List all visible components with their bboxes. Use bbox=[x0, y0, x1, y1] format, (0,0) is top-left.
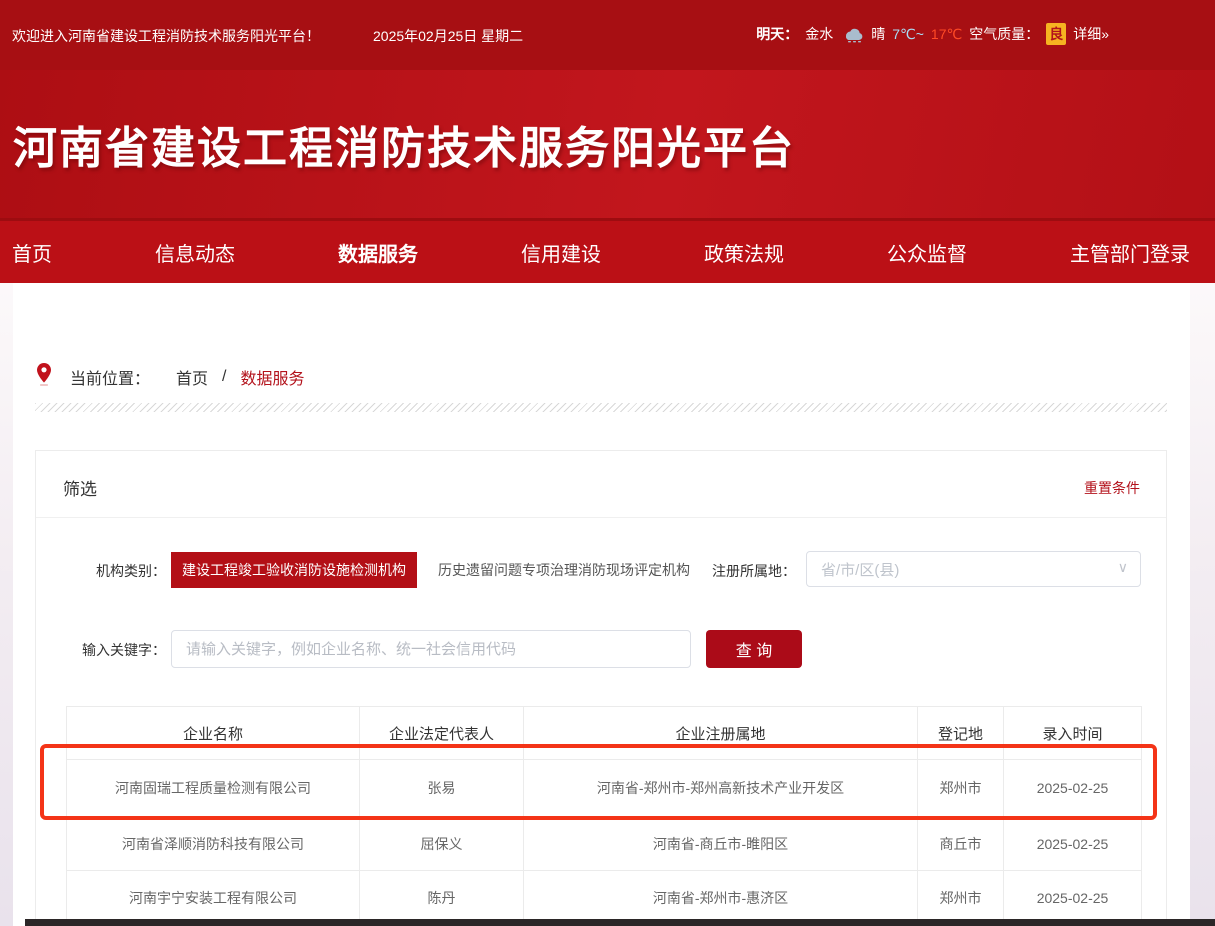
nav-item-home[interactable]: 首页 bbox=[12, 238, 52, 267]
reset-filters-link[interactable]: 重置条件 bbox=[1084, 478, 1140, 498]
column-header: 企业注册属地 bbox=[524, 707, 918, 760]
table-body: 河南固瑞工程质量检测有限公司张易河南省-郑州市-郑州高新技术产业开发区郑州市20… bbox=[67, 760, 1142, 925]
column-header: 登记地 bbox=[918, 707, 1004, 760]
filter-panel: 筛选 重置条件 机构类别： 建设工程竣工验收消防设施检测机构历史遗留问题专项治理… bbox=[35, 450, 1167, 926]
chevron-down-icon: ∨ bbox=[1118, 559, 1128, 576]
table-cell: 商丘市 bbox=[918, 817, 1004, 871]
footer-top-strip bbox=[25, 919, 1215, 926]
table-row: 河南固瑞工程质量检测有限公司张易河南省-郑州市-郑州高新技术产业开发区郑州市20… bbox=[67, 760, 1142, 817]
table-cell: 张易 bbox=[360, 760, 524, 817]
tomorrow-label: 明天： bbox=[756, 24, 798, 44]
welcome-text: 欢迎进入河南省建设工程消防技术服务阳光平台！ bbox=[12, 26, 320, 46]
table-cell: 屈保义 bbox=[360, 817, 524, 871]
table-cell: 2025-02-25 bbox=[1004, 871, 1142, 925]
breadcrumb-home-link[interactable]: 首页 bbox=[176, 365, 208, 389]
column-header: 企业名称 bbox=[67, 707, 360, 760]
nav-item-dept-login[interactable]: 主管部门登录 bbox=[1070, 238, 1190, 267]
weather-condition: 晴 bbox=[871, 24, 885, 44]
column-header: 录入时间 bbox=[1004, 707, 1142, 760]
temp-low: 7℃~ bbox=[892, 26, 924, 43]
table-cell: 郑州市 bbox=[918, 760, 1004, 817]
breadcrumb-prefix: 当前位置： bbox=[70, 365, 150, 389]
air-quality-badge: 良 bbox=[1046, 23, 1066, 45]
column-header: 企业法定代表人 bbox=[360, 707, 524, 760]
table-cell: 河南固瑞工程质量检测有限公司 bbox=[67, 760, 360, 817]
region-select-placeholder: 省/市/区(县) bbox=[821, 559, 899, 580]
keyword-input[interactable] bbox=[171, 630, 691, 668]
air-quality-label: 空气质量： bbox=[969, 24, 1039, 44]
table-header-row: 企业名称企业法定代表人企业注册属地登记地录入时间 bbox=[67, 707, 1142, 760]
current-date: 2025年02月25日 星期二 bbox=[373, 26, 523, 46]
weather-city: 金水 bbox=[805, 24, 833, 44]
table-cell: 河南省-郑州市-郑州高新技术产业开发区 bbox=[524, 760, 918, 817]
search-button[interactable]: 查 询 bbox=[706, 630, 802, 668]
breadcrumb-separator: / bbox=[222, 368, 226, 386]
category-tab-acceptance-test-org[interactable]: 建设工程竣工验收消防设施检测机构 bbox=[171, 552, 417, 588]
table-row: 河南宇宁安装工程有限公司陈丹河南省-郑州市-惠济区郑州市2025-02-25 bbox=[67, 871, 1142, 925]
region-label: 注册所属地： bbox=[676, 561, 796, 581]
table-cell: 河南省泽顺消防科技有限公司 bbox=[67, 817, 360, 871]
weather-detail-link[interactable]: 详细» bbox=[1073, 24, 1109, 44]
table-row: 河南省泽顺消防科技有限公司屈保义河南省-商丘市-睢阳区商丘市2025-02-25 bbox=[67, 817, 1142, 871]
region-select-dropdown[interactable]: 省/市/区(县) ∨ bbox=[806, 551, 1141, 587]
breadcrumb: 当前位置： 首页 / 数据服务 bbox=[36, 362, 305, 391]
table-cell: 2025-02-25 bbox=[1004, 760, 1142, 817]
temp-high: 17℃ bbox=[931, 26, 962, 43]
cloud-icon bbox=[840, 26, 864, 43]
filter-title: 筛选 bbox=[63, 475, 97, 500]
results-table: 企业名称企业法定代表人企业注册属地登记地录入时间 河南固瑞工程质量检测有限公司张… bbox=[66, 706, 1142, 925]
location-pin-icon bbox=[36, 362, 52, 391]
top-utility-bar: 欢迎进入河南省建设工程消防技术服务阳光平台！ 2025年02月25日 星期二 明… bbox=[0, 0, 1215, 70]
table-cell: 2025-02-25 bbox=[1004, 817, 1142, 871]
category-label: 机构类别： bbox=[36, 561, 166, 581]
keyword-label: 输入关键字： bbox=[36, 640, 166, 660]
breadcrumb-current: 数据服务 bbox=[240, 365, 304, 389]
table-cell: 郑州市 bbox=[918, 871, 1004, 925]
table-cell: 河南宇宁安装工程有限公司 bbox=[67, 871, 360, 925]
site-banner: 河南省建设工程消防技术服务阳光平台 bbox=[0, 70, 1215, 218]
nav-item-credit[interactable]: 信用建设 bbox=[521, 238, 601, 267]
category-tabs: 建设工程竣工验收消防设施检测机构历史遗留问题专项治理消防现场评定机构 bbox=[171, 552, 701, 588]
table-cell: 陈丹 bbox=[360, 871, 524, 925]
nav-item-supervision[interactable]: 公众监督 bbox=[887, 238, 967, 267]
table-cell: 河南省-郑州市-惠济区 bbox=[524, 871, 918, 925]
main-nav: 首页 信息动态 数据服务 信用建设 政策法规 公众监督 主管部门登录 bbox=[0, 218, 1215, 283]
category-tab-legacy-assessment-org[interactable]: 历史遗留问题专项治理消防现场评定机构 bbox=[427, 552, 701, 588]
slash-pattern-divider bbox=[35, 403, 1167, 412]
weather-widget: 明天： 金水 晴 7℃~ 17℃ 空气质量： 良 详细» bbox=[756, 22, 1109, 46]
nav-item-policy[interactable]: 政策法规 bbox=[704, 238, 784, 267]
nav-item-data-service[interactable]: 数据服务 bbox=[338, 238, 418, 267]
filter-panel-header: 筛选 重置条件 bbox=[36, 451, 1166, 518]
table-cell: 河南省-商丘市-睢阳区 bbox=[524, 817, 918, 871]
site-title: 河南省建设工程消防技术服务阳光平台 bbox=[13, 112, 795, 176]
nav-item-news[interactable]: 信息动态 bbox=[155, 238, 235, 267]
